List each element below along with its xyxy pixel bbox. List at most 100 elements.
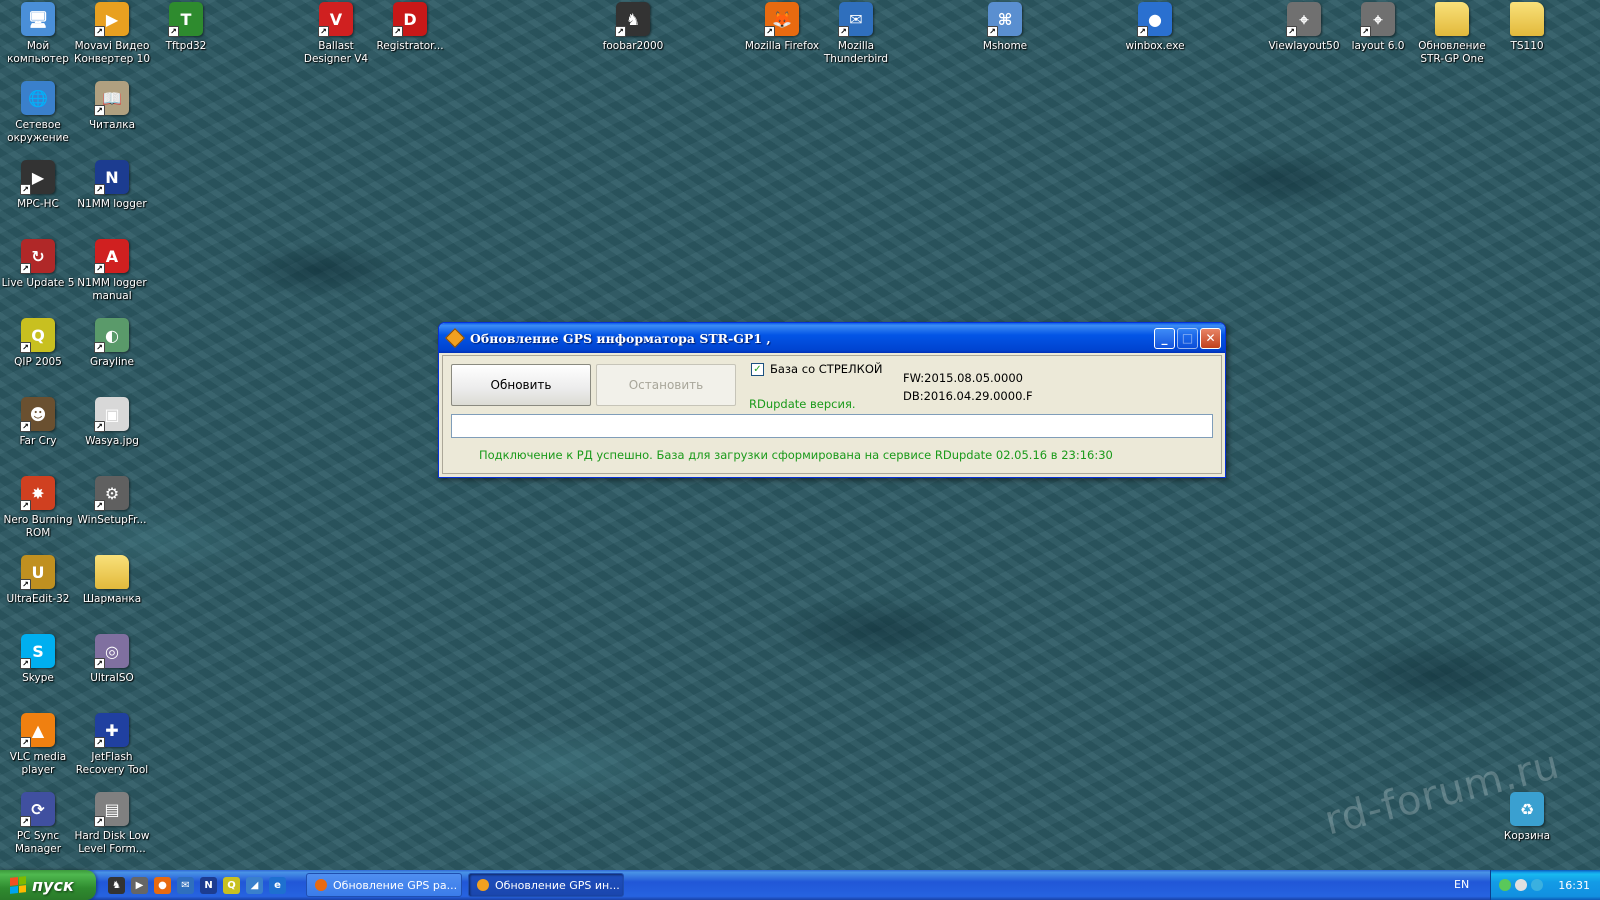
tray-sync-icon[interactable] bbox=[1531, 879, 1543, 891]
winbox-icon: ● ↗ bbox=[1137, 2, 1172, 37]
desktop-icon-label: Skype bbox=[22, 672, 54, 684]
desktop-icon[interactable]: ☻ ↗ Far Cry bbox=[0, 397, 76, 448]
desktop-icon[interactable]: ▣ ↗ Wasya.jpg bbox=[74, 397, 150, 448]
shortcut-arrow-icon: ↗ bbox=[764, 26, 775, 37]
desktop-icon[interactable]: Обновление STR-GP One bbox=[1414, 2, 1490, 66]
desktop-icon[interactable]: ◎ ↗ UltraISO bbox=[74, 634, 150, 685]
desktop-icon[interactable]: 🌐 Сетевое окружение bbox=[0, 81, 76, 145]
mpc-hc-icon: ▶ ↗ bbox=[20, 160, 55, 195]
start-button[interactable]: пуск bbox=[0, 870, 96, 900]
window-client-area: Обновить Остановить ✓ База со СТРЕЛКОЙ R… bbox=[442, 355, 1222, 474]
desktop-icon[interactable]: ✉ ↗ Mozilla Thunderbird bbox=[818, 2, 894, 66]
taskbar-task-button[interactable]: Обновление GPS ра... bbox=[306, 873, 462, 897]
desktop-icon[interactable]: V ↗ Ballast Designer V4 bbox=[298, 2, 374, 66]
hdd-format-icon: ▤ ↗ bbox=[94, 792, 129, 827]
desktop-icon[interactable]: 🦊 ↗ Mozilla Firefox bbox=[744, 2, 820, 53]
task-label: Обновление GPS ин... bbox=[495, 878, 620, 892]
n1mm-quicklaunch-icon[interactable]: N bbox=[200, 876, 217, 894]
shortcut-arrow-icon: ↗ bbox=[615, 26, 626, 37]
desktop-icon[interactable]: ▶ ↗ Movavi Видео Конвертер 10 bbox=[74, 2, 150, 66]
tray-app-icon[interactable] bbox=[1515, 879, 1527, 891]
tray-network-icon[interactable] bbox=[1499, 879, 1511, 891]
desktop-icon[interactable]: N ↗ N1MM logger bbox=[74, 160, 150, 211]
taskbar-task-button[interactable]: Обновление GPS ин... bbox=[468, 873, 624, 897]
desktop-icon[interactable]: ⌘ ↗ Mshome bbox=[967, 2, 1043, 53]
ultraiso-icon: ◎ ↗ bbox=[94, 634, 129, 669]
desktop-icon[interactable]: 📖 ↗ Читалка bbox=[74, 81, 150, 132]
desktop-icon-label: Hard Disk Low Level Form... bbox=[74, 830, 150, 855]
clock[interactable]: 16:31 bbox=[1558, 879, 1590, 892]
shortcut-arrow-icon: ↗ bbox=[94, 421, 105, 432]
desktop-icon[interactable]: ↻ ↗ Live Update 5 bbox=[0, 239, 76, 290]
desktop-icon[interactable]: ⌖ ↗ layout 6.0 bbox=[1340, 2, 1416, 53]
desktop-icon[interactable]: 🖥 Мой компьютер bbox=[0, 2, 76, 66]
firmware-version: FW:2015.08.05.0000 bbox=[903, 371, 1023, 385]
mpc-quicklaunch-icon[interactable]: ▶ bbox=[131, 876, 148, 894]
shortcut-arrow-icon: ↗ bbox=[1137, 26, 1148, 37]
desktop-icon-label: Far Cry bbox=[19, 435, 57, 447]
network-quicklaunch-icon[interactable]: ◢ bbox=[246, 876, 263, 894]
desktop-icon[interactable]: ● ↗ winbox.exe bbox=[1117, 2, 1193, 53]
window-titlebar[interactable]: Обновление GPS информатора STR-GP1 , _ □… bbox=[439, 323, 1225, 353]
maximize-button[interactable]: □ bbox=[1177, 327, 1198, 349]
desktop-icon[interactable]: ▤ ↗ Hard Disk Low Level Form... bbox=[74, 792, 150, 856]
desktop-icon[interactable]: ▲ ↗ VLC media player bbox=[0, 713, 76, 777]
shortcut-arrow-icon: ↗ bbox=[20, 500, 31, 511]
desktop-icon-label: Nero Burning ROM bbox=[3, 514, 73, 539]
desktop-icon[interactable]: A ↗ N1MM logger manual bbox=[74, 239, 150, 303]
desktop-icon-label: Grayline bbox=[89, 356, 135, 368]
shortcut-arrow-icon: ↗ bbox=[838, 26, 849, 37]
desktop-icon[interactable]: D ↗ Registrator... bbox=[372, 2, 448, 53]
layout-icon: ⌖ ↗ bbox=[1360, 2, 1395, 37]
arrow-database-label: База со СТРЕЛКОЙ bbox=[770, 362, 883, 376]
desktop-icon[interactable]: ⚙ ↗ WinSetupFr... bbox=[74, 476, 150, 527]
desktop-icon-label: QIP 2005 bbox=[14, 356, 62, 368]
desktop-icon[interactable]: Шарманка bbox=[74, 555, 150, 606]
foobar-icon: ♞ ↗ bbox=[615, 2, 650, 37]
shortcut-arrow-icon: ↗ bbox=[20, 342, 31, 353]
firefox-quicklaunch-icon[interactable]: ● bbox=[154, 876, 171, 894]
arrow-database-checkbox-row[interactable]: ✓ База со СТРЕЛКОЙ bbox=[751, 362, 883, 376]
ultraedit-icon: U ↗ bbox=[20, 555, 55, 590]
shortcut-arrow-icon: ↗ bbox=[94, 105, 105, 116]
minimize-button[interactable]: _ bbox=[1154, 327, 1175, 349]
ie-quicklaunch-icon[interactable]: e bbox=[269, 876, 286, 894]
desktop-icon[interactable]: ▶ ↗ MPC-HC bbox=[0, 160, 76, 211]
desktop-icon[interactable]: ◐ ↗ Grayline bbox=[74, 318, 150, 369]
shortcut-arrow-icon: ↗ bbox=[20, 658, 31, 669]
desktop-icon[interactable]: T ↗ Tftpd32 bbox=[148, 2, 224, 53]
shortcut-arrow-icon: ↗ bbox=[94, 816, 105, 827]
qip-quicklaunch-icon[interactable]: Q bbox=[223, 876, 240, 894]
desktop-icon-label: Обновление STR-GP One bbox=[1418, 40, 1486, 65]
shortcut-arrow-icon: ↗ bbox=[20, 816, 31, 827]
thunderbird-quicklaunch-icon[interactable]: ✉ bbox=[177, 876, 194, 894]
desktop-icon-label: Mozilla Thunderbird bbox=[823, 40, 889, 65]
desktop-icon-label: Mozilla Firefox bbox=[744, 40, 820, 52]
shortcut-arrow-icon: ↗ bbox=[94, 500, 105, 511]
desktop-icon[interactable]: TS110 bbox=[1489, 2, 1565, 53]
desktop-icon[interactable]: ✸ ↗ Nero Burning ROM bbox=[0, 476, 76, 540]
desktop-icon-label: VLC media player bbox=[9, 751, 67, 776]
ballast-icon: V ↗ bbox=[318, 2, 353, 37]
desktop-icon-label: PC Sync Manager bbox=[14, 830, 62, 855]
task-app-icon bbox=[477, 879, 489, 891]
stop-button[interactable]: Остановить bbox=[596, 364, 736, 406]
vlc-icon: ▲ ↗ bbox=[20, 713, 55, 748]
foobar-quicklaunch-icon[interactable]: ♞ bbox=[108, 876, 125, 894]
desktop-icon-label: UltraISO bbox=[90, 672, 134, 684]
desktop-icon[interactable]: U ↗ UltraEdit-32 bbox=[0, 555, 76, 606]
shortcut-arrow-icon: ↗ bbox=[94, 737, 105, 748]
desktop-icon[interactable]: ⌖ ↗ Viewlayout50 bbox=[1266, 2, 1342, 53]
desktop-icon[interactable]: ✚ ↗ JetFlash Recovery Tool bbox=[74, 713, 150, 777]
desktop-icon-label: Корзина bbox=[1503, 830, 1551, 842]
system-tray: 16:31 bbox=[1490, 870, 1600, 900]
desktop-icon[interactable]: ♞ ↗ foobar2000 bbox=[595, 2, 671, 53]
desktop-icon[interactable]: S ↗ Skype bbox=[0, 634, 76, 685]
shortcut-arrow-icon: ↗ bbox=[94, 658, 105, 669]
arrow-database-checkbox[interactable]: ✓ bbox=[751, 362, 764, 376]
desktop-icon[interactable]: ⟳ ↗ PC Sync Manager bbox=[0, 792, 76, 856]
update-button[interactable]: Обновить bbox=[451, 364, 591, 406]
language-indicator[interactable]: EN bbox=[1454, 878, 1469, 891]
close-button[interactable]: ✕ bbox=[1200, 327, 1221, 349]
desktop-icon[interactable]: Q ↗ QIP 2005 bbox=[0, 318, 76, 369]
